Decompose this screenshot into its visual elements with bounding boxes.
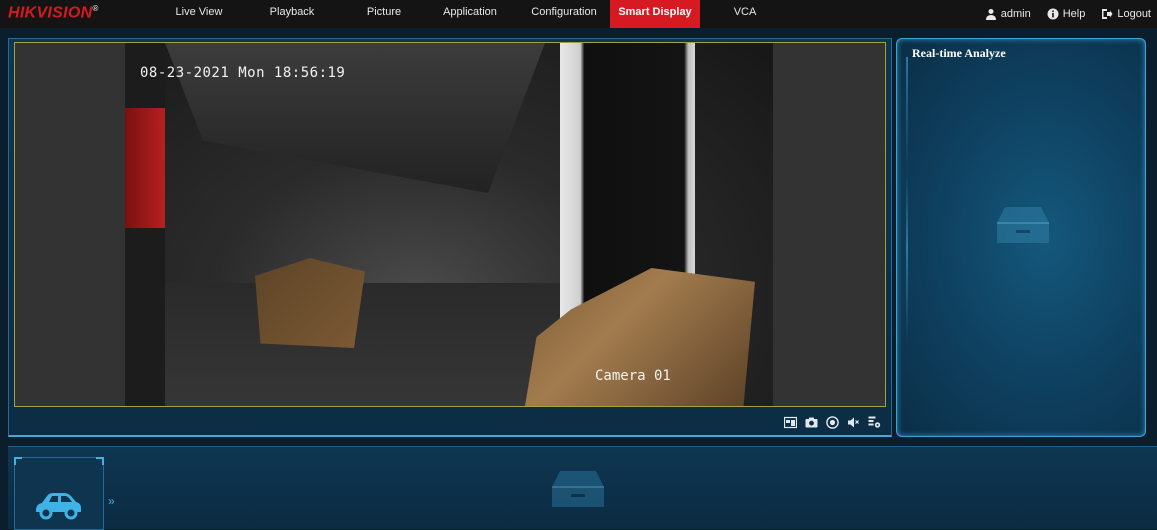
logout-link[interactable]: Logout xyxy=(1101,8,1151,20)
window-icon[interactable] xyxy=(783,416,798,429)
live-video-panel: 08-23-2021 Mon 18:56:19 Camera 01 xyxy=(8,38,892,437)
video-toolbar xyxy=(783,416,881,429)
video-frame[interactable]: 08-23-2021 Mon 18:56:19 Camera 01 xyxy=(14,42,886,407)
help-icon xyxy=(1047,8,1059,20)
username-label: admin xyxy=(1000,8,1031,20)
nav-configuration[interactable]: Configuration xyxy=(518,0,610,28)
logout-label: Logout xyxy=(1117,8,1151,20)
real-time-analyze-panel: Real-time Analyze xyxy=(896,38,1146,437)
nav-picture[interactable]: Picture xyxy=(346,0,422,28)
user-menu: admin Help Logout xyxy=(985,0,1151,28)
user-account[interactable]: admin xyxy=(985,8,1031,20)
camera-feed xyxy=(125,43,773,406)
logout-icon xyxy=(1102,9,1113,19)
nav-vca[interactable]: VCA xyxy=(700,0,790,28)
empty-tray-icon xyxy=(997,207,1049,243)
nav-playback[interactable]: Playback xyxy=(238,0,346,28)
top-navbar: HIKVISION® Live View Playback Picture Ap… xyxy=(0,0,1157,28)
nav-live-view[interactable]: Live View xyxy=(160,0,238,28)
chevron-right-icon: » xyxy=(108,494,115,508)
main-nav: Live View Playback Picture Application C… xyxy=(160,0,790,28)
camera-icon[interactable] xyxy=(805,416,818,429)
analyze-title: Real-time Analyze xyxy=(912,46,1006,60)
car-icon xyxy=(36,493,81,520)
user-icon xyxy=(985,9,996,20)
help-link[interactable]: Help xyxy=(1047,8,1086,20)
nav-smart-display[interactable]: Smart Display xyxy=(610,0,700,28)
osd-camera-name: Camera 01 xyxy=(595,368,671,384)
record-icon[interactable] xyxy=(826,416,839,429)
vehicle-tab[interactable] xyxy=(14,457,104,530)
brand-logo: HIKVISION® xyxy=(8,4,99,22)
empty-tray-icon xyxy=(552,471,604,507)
mute-icon[interactable] xyxy=(847,416,860,429)
help-label: Help xyxy=(1062,8,1086,20)
nav-application[interactable]: Application xyxy=(422,0,518,28)
bottom-target-panel: » xyxy=(8,446,1157,530)
settings-icon[interactable] xyxy=(868,416,881,429)
osd-datetime: 08-23-2021 Mon 18:56:19 xyxy=(140,65,346,81)
